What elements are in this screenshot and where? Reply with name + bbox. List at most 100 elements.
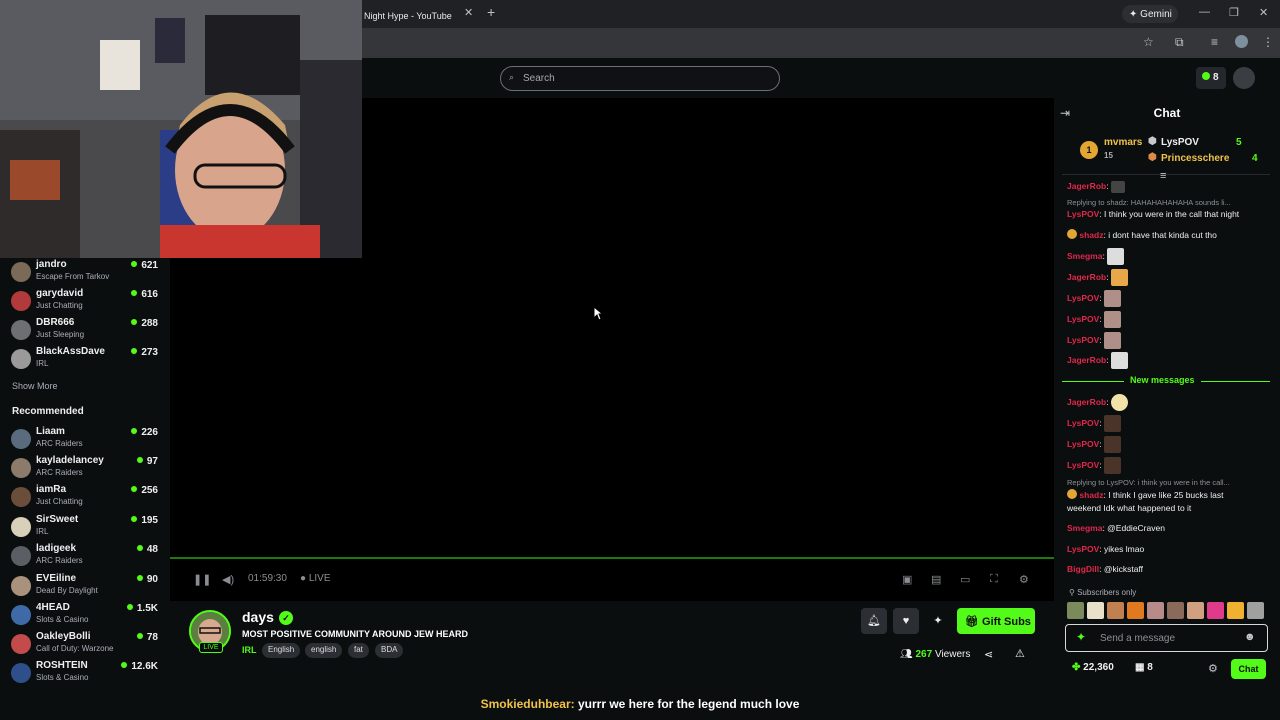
- emote[interactable]: [1107, 602, 1124, 619]
- sidebar-channel[interactable]: BlackAssDave IRL 273: [10, 346, 160, 374]
- gift-subs-button[interactable]: 🎁︎ Gift Subs: [957, 608, 1035, 634]
- viewer-count: 226: [131, 427, 158, 438]
- emote[interactable]: [1147, 602, 1164, 619]
- sidebar-channel[interactable]: kayladelancey ARC Raiders 97: [10, 455, 160, 483]
- avatar: [11, 517, 31, 537]
- show-more-link[interactable]: Show More: [12, 381, 58, 391]
- theater-mode-icon[interactable]: ▭: [960, 573, 970, 586]
- stream-tag[interactable]: English: [262, 643, 301, 658]
- chat-username[interactable]: JagerRob: [1067, 397, 1106, 407]
- emote[interactable]: [1127, 602, 1144, 619]
- notification-bell-icon[interactable]: 🔔︎: [861, 608, 887, 634]
- emote[interactable]: [1207, 602, 1224, 619]
- sidebar-channel[interactable]: ROSHTEIN Slots & Casino 12.6K: [10, 660, 160, 688]
- sidebar-channel[interactable]: DBR666 Just Sleeping 288: [10, 317, 160, 345]
- rank-badge: 1: [1080, 141, 1098, 159]
- emote: [1110, 352, 1128, 369]
- stream-tag[interactable]: BDA: [375, 643, 404, 658]
- chat-username[interactable]: LysPOV: [1067, 335, 1099, 345]
- user-avatar[interactable]: [1233, 67, 1255, 89]
- sparkle-icon[interactable]: ✦: [1076, 630, 1086, 644]
- emote[interactable]: [1167, 602, 1184, 619]
- sidebar-channel[interactable]: garydavid Just Chatting 616: [10, 288, 160, 316]
- stream-tag[interactable]: fat: [348, 643, 369, 658]
- chat-username[interactable]: LysPOV: [1067, 209, 1099, 219]
- channel-name: 4HEAD: [36, 602, 70, 613]
- pause-icon[interactable]: ❚❚: [193, 573, 211, 586]
- streamer-name[interactable]: days: [242, 609, 274, 625]
- send-chat-button[interactable]: Chat: [1231, 659, 1266, 679]
- sparkle-icon[interactable]: ✦: [925, 608, 951, 634]
- emote[interactable]: [1087, 602, 1104, 619]
- sidebar-channel[interactable]: jandro Escape From Tarkov 621: [10, 259, 160, 287]
- emote[interactable]: [1067, 602, 1084, 619]
- chat-input[interactable]: Send a message: [1065, 624, 1268, 652]
- chat-username[interactable]: JagerRob: [1067, 355, 1106, 365]
- chat-username[interactable]: LysPOV: [1067, 544, 1099, 554]
- chat-username[interactable]: LysPOV: [1067, 293, 1099, 303]
- chat-username[interactable]: JagerRob: [1067, 181, 1106, 191]
- sidebar-channel[interactable]: OakleyBolli Call of Duty: Warzone 78: [10, 631, 160, 659]
- chat-username[interactable]: LysPOV: [1067, 439, 1099, 449]
- chat-username[interactable]: Smegma: [1067, 523, 1102, 533]
- chat-username[interactable]: BiggDill: [1067, 564, 1099, 574]
- chat-username[interactable]: shadz: [1079, 230, 1103, 240]
- channel-points[interactable]: ✤ 22,360: [1072, 662, 1114, 673]
- settings-gear-icon[interactable]: ⚙: [1019, 573, 1029, 586]
- volume-icon[interactable]: ◀): [222, 573, 234, 586]
- caption-overlay: Smokieduhbear: yurrr we here for the leg…: [0, 690, 1280, 720]
- chat-username[interactable]: LysPOV: [1067, 314, 1099, 324]
- kick-count: 8: [1213, 72, 1219, 83]
- sidebar-channel[interactable]: SirSweet IRL 195: [10, 514, 160, 542]
- sidebar-channel[interactable]: Liaam ARC Raiders 226: [10, 426, 160, 454]
- live-badge: LIVE: [199, 642, 223, 653]
- viewer-count: 90: [137, 574, 158, 585]
- sidebar-channel[interactable]: ladigeek ARC Raiders 48: [10, 543, 160, 571]
- emote[interactable]: [1227, 602, 1244, 619]
- sidebar-channel[interactable]: EVEiline Dead By Daylight 90: [10, 573, 160, 601]
- menu-dots-icon[interactable]: ⋮: [1262, 35, 1274, 49]
- sub-badge-icon: [1067, 489, 1077, 499]
- channel-category: ARC Raiders: [36, 439, 83, 448]
- chat-username[interactable]: LysPOV: [1067, 460, 1099, 470]
- emote[interactable]: [1247, 602, 1264, 619]
- sidebar-channel[interactable]: 4HEAD Slots & Casino 1.5K: [10, 602, 160, 630]
- follow-heart-icon[interactable]: ♥: [893, 608, 919, 634]
- clip-icon[interactable]: ▤: [931, 573, 941, 586]
- leaderboard-name: LysPOV: [1161, 137, 1199, 148]
- fullscreen-icon[interactable]: ⛶: [990, 573, 998, 586]
- chat-username[interactable]: shadz: [1079, 490, 1103, 500]
- close-window-icon[interactable]: ✕: [1259, 6, 1268, 19]
- chat-username[interactable]: LysPOV: [1067, 418, 1099, 428]
- predictions-count[interactable]: ▦ 8: [1135, 662, 1153, 673]
- kick-points-badge[interactable]: 8: [1196, 67, 1226, 89]
- chat-username[interactable]: JagerRob: [1067, 272, 1106, 282]
- profile-avatar[interactable]: [1235, 35, 1248, 48]
- maximize-icon[interactable]: ❐: [1229, 6, 1239, 19]
- share-icon[interactable]: ⋖: [984, 648, 993, 661]
- miniplayer-icon[interactable]: ▣: [902, 573, 912, 586]
- stream-category[interactable]: IRL: [242, 645, 257, 655]
- cast-icon[interactable]: ⧉: [1175, 35, 1184, 50]
- emote[interactable]: [1187, 602, 1204, 619]
- chat-username[interactable]: Smegma: [1067, 251, 1102, 261]
- gemini-button[interactable]: ✦ Gemini: [1122, 5, 1178, 23]
- stream-tag[interactable]: english: [305, 643, 343, 658]
- recommended-heading: Recommended: [12, 406, 84, 417]
- close-tab-icon[interactable]: ✕: [464, 6, 473, 19]
- chat-message: LysPOV:: [1067, 415, 1267, 435]
- search-input[interactable]: Search: [500, 66, 780, 91]
- channel-name: SirSweet: [36, 514, 79, 525]
- chat-settings-gear-icon[interactable]: ⚙: [1208, 662, 1218, 675]
- bookmark-star-icon[interactable]: ☆: [1143, 35, 1154, 49]
- search-icon: ⌕: [509, 72, 515, 82]
- sidebar-channel[interactable]: iamRa Just Chatting 256: [10, 484, 160, 512]
- chat-message: JagerRob:: [1067, 352, 1267, 372]
- minimize-icon[interactable]: —: [1199, 6, 1210, 18]
- report-icon[interactable]: ⚠: [1015, 647, 1025, 660]
- reading-list-icon[interactable]: ≡: [1211, 35, 1218, 49]
- predictions-value: 8: [1147, 662, 1153, 673]
- new-tab-icon[interactable]: +: [487, 4, 495, 20]
- emoji-icon[interactable]: ☻: [1244, 631, 1256, 643]
- channel-category: Just Sleeping: [36, 330, 85, 339]
